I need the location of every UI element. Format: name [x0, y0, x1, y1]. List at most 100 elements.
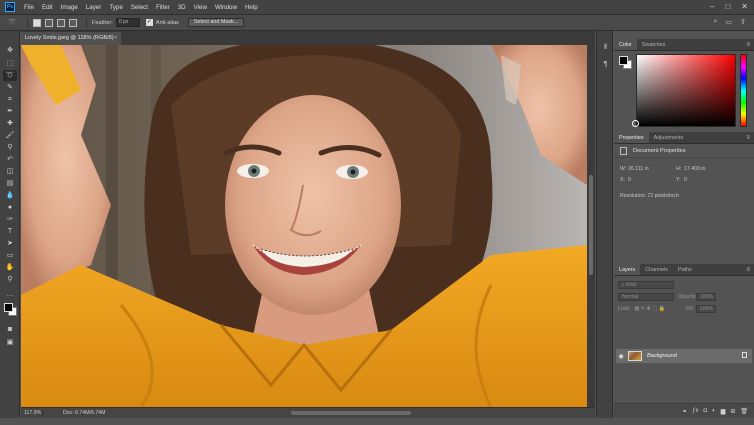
new-layer-icon[interactable]: ⊞ [730, 408, 735, 415]
link-layers-icon[interactable]: ⚭ [682, 408, 687, 415]
menu-layer[interactable]: Layer [82, 4, 105, 11]
minimize-icon[interactable]: – [710, 2, 714, 11]
layer-name: Background [647, 353, 677, 359]
antialias-checkbox[interactable]: ✓ [145, 19, 153, 26]
search-icon[interactable]: ⌕ [714, 18, 718, 26]
layers-panel-tabs: Layers Channels Paths ≡ [614, 264, 754, 276]
healing-brush-tool-icon[interactable]: ✚ [3, 118, 17, 129]
history-panel-icon[interactable]: ⫴ [600, 43, 611, 53]
lasso-tool-preset-icon[interactable]: ➰ [8, 18, 22, 28]
color-field[interactable] [636, 54, 736, 127]
horizontal-scroll-thumb[interactable] [291, 411, 411, 415]
intersect-selection-icon[interactable] [69, 18, 77, 27]
more-tools-icon[interactable]: … [3, 289, 17, 300]
quick-mask-icon[interactable]: ◙ [3, 324, 17, 335]
menu-file[interactable]: File [20, 4, 38, 11]
zoom-tool-icon[interactable]: ⚲ [3, 274, 17, 285]
adjustments-panel-icon[interactable]: ¶ [600, 60, 611, 70]
vertical-scrollbar[interactable] [587, 45, 595, 407]
menu-view[interactable]: View [190, 4, 211, 11]
maximize-icon[interactable]: □ [725, 2, 730, 11]
canvas[interactable] [21, 45, 587, 407]
menu-3d[interactable]: 3D [174, 4, 190, 11]
new-group-icon[interactable]: ▆ [721, 408, 726, 415]
brush-tool-icon[interactable]: 🖌 [3, 130, 17, 141]
menu-filter[interactable]: Filter [152, 4, 174, 11]
new-selection-icon[interactable] [33, 18, 41, 27]
panel-menu-icon[interactable]: ≡ [746, 39, 750, 51]
tab-channels[interactable]: Channels [640, 264, 673, 275]
tab-close-icon[interactable]: × [114, 32, 117, 45]
menu-select[interactable]: Select [127, 4, 152, 11]
blur-tool-icon[interactable]: 💧 [3, 190, 17, 201]
adjustment-layer-icon[interactable]: ◐ [712, 408, 716, 414]
panel-menu-icon[interactable]: ≡ [746, 132, 750, 144]
tab-color[interactable]: Color [614, 39, 637, 50]
layer-row-background[interactable]: ◉ Background [616, 349, 752, 363]
tab-swatches[interactable]: Swatches [637, 39, 670, 50]
gradient-tool-icon[interactable]: ▤ [3, 178, 17, 189]
add-to-selection-icon[interactable] [45, 18, 53, 27]
feather-input[interactable]: 0 px [115, 18, 140, 27]
foreground-color-chip[interactable] [619, 56, 628, 65]
marquee-tool-icon[interactable]: ⬚ [3, 58, 17, 69]
menu-image[interactable]: Image [57, 4, 82, 11]
tab-layers[interactable]: Layers [614, 264, 641, 275]
close-icon[interactable]: ✕ [741, 2, 748, 11]
visibility-eye-icon[interactable]: ◉ [616, 353, 626, 360]
delete-layer-icon[interactable]: 🗑 [740, 408, 748, 415]
lock-options-icon[interactable]: ▦ ✎ ✥ ⬚ 🔒 [634, 306, 665, 312]
panel-menu-icon[interactable]: ≡ [746, 264, 750, 276]
tab-properties[interactable]: Properties [614, 132, 649, 143]
lock-icon [742, 352, 747, 358]
vertical-scroll-thumb[interactable] [589, 175, 593, 275]
options-bar: ➰ Feather: 0 px ✓ Anti-alias Select and … [0, 15, 754, 31]
color-picker-cursor[interactable] [632, 120, 639, 127]
type-tool-icon[interactable]: T [3, 226, 17, 237]
document-tab[interactable]: Lovely Smile.jpeg @ 118% (RGB/8) × [21, 32, 121, 45]
quick-selection-tool-icon[interactable]: ✎ [3, 82, 17, 93]
y-value[interactable]: 0 [684, 177, 687, 183]
workspace-icon[interactable]: ▭ [726, 18, 733, 26]
select-and-mask-button[interactable]: Select and Mask... [187, 18, 245, 27]
path-selection-tool-icon[interactable]: ➤ [3, 238, 17, 249]
lasso-tool-icon[interactable]: ➰ [3, 70, 17, 81]
layer-kind-filter[interactable]: ⌕ Kind [618, 281, 674, 289]
history-brush-tool-icon[interactable]: ↶ [3, 154, 17, 165]
clone-stamp-tool-icon[interactable]: ⚲ [3, 142, 17, 153]
layer-style-icon[interactable]: ƒx [692, 408, 698, 414]
opacity-input[interactable]: 100% [696, 293, 716, 301]
width-value[interactable]: 26.111 in [628, 166, 649, 172]
document-tabs: Lovely Smile.jpeg @ 118% (RGB/8) × [21, 31, 595, 45]
height-label: H: [676, 166, 682, 172]
menu-type[interactable]: Type [105, 4, 126, 11]
tab-adjustments[interactable]: Adjustments [649, 132, 689, 143]
hue-slider[interactable] [740, 54, 747, 127]
foreground-color-swatch[interactable] [4, 303, 13, 312]
subtract-from-selection-icon[interactable] [57, 18, 65, 27]
properties-panel: Properties Adjustments ≡ Document Proper… [614, 132, 754, 262]
menu-help[interactable]: Help [241, 4, 262, 11]
document-info[interactable]: Doc: 6.74M/6.74M [43, 410, 105, 416]
share-icon[interactable]: ⇪ [740, 18, 746, 26]
x-value[interactable]: 0 [628, 177, 631, 183]
dodge-tool-icon[interactable]: ● [3, 202, 17, 213]
menu-edit[interactable]: Edit [38, 4, 57, 11]
eyedropper-tool-icon[interactable]: ✒ [3, 106, 17, 117]
divider [27, 17, 28, 28]
eraser-tool-icon[interactable]: ◫ [3, 166, 17, 177]
document-properties-title: Document Properties [633, 147, 686, 154]
tab-paths[interactable]: Paths [673, 264, 697, 275]
zoom-level[interactable]: 117.9% [21, 410, 43, 416]
blend-mode-select[interactable]: Normal [618, 293, 674, 301]
move-tool-icon[interactable]: ✥ [3, 45, 17, 56]
screen-mode-icon[interactable]: ▣ [3, 337, 17, 348]
hand-tool-icon[interactable]: ✋ [3, 262, 17, 273]
crop-tool-icon[interactable]: ⌗ [3, 94, 17, 105]
rectangle-tool-icon[interactable]: ▭ [3, 250, 17, 261]
fill-input[interactable]: 100% [696, 305, 716, 313]
height-value[interactable]: 17.403 in [684, 166, 705, 172]
pen-tool-icon[interactable]: ✑ [3, 214, 17, 225]
add-mask-icon[interactable]: ◘ [703, 408, 707, 414]
menu-window[interactable]: Window [211, 4, 241, 11]
